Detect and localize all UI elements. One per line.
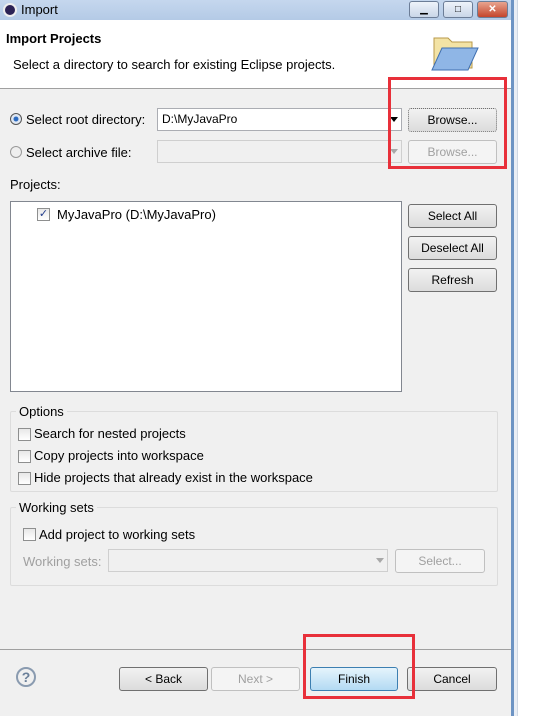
root-directory-radio[interactable] [10, 113, 22, 125]
cancel-button[interactable]: Cancel [407, 667, 497, 691]
deselect-all-button[interactable]: Deselect All [408, 236, 497, 260]
projects-label: Projects: [10, 177, 61, 192]
copy-projects-checkbox[interactable] [18, 450, 31, 463]
archive-file-combo[interactable] [157, 140, 402, 163]
list-item[interactable]: ✓ MyJavaPro (D:\MyJavaPro) [37, 207, 216, 222]
select-all-button[interactable]: Select All [408, 204, 497, 228]
working-sets-group [10, 507, 498, 586]
next-button[interactable]: Next > [211, 667, 300, 691]
copy-projects-label: Copy projects into workspace [34, 448, 204, 463]
background-window [517, 0, 542, 716]
chevron-down-icon[interactable] [376, 558, 384, 563]
maximize-button[interactable]: □ [443, 1, 473, 18]
minimize-button[interactable]: ▁ [409, 1, 439, 18]
page-description: Select a directory to search for existin… [13, 57, 336, 72]
title-bar: Import ▁ □ ✕ [0, 0, 511, 20]
add-working-sets-label: Add project to working sets [39, 527, 196, 542]
hide-projects-label: Hide projects that already exist in the … [34, 470, 313, 485]
highlight-box-finish [303, 634, 415, 699]
nested-projects-label: Search for nested projects [34, 426, 186, 441]
footer-separator [0, 649, 511, 650]
working-sets-combo[interactable] [108, 549, 388, 572]
import-dialog: Import ▁ □ ✕ Import Projects Select a di… [0, 0, 514, 716]
root-directory-value: D:\MyJavaPro [162, 112, 238, 126]
select-working-sets-button[interactable]: Select... [395, 549, 485, 573]
project-checkbox[interactable]: ✓ [37, 208, 50, 221]
highlight-box-browse [388, 77, 507, 169]
close-button[interactable]: ✕ [477, 1, 508, 18]
page-title: Import Projects [6, 31, 102, 46]
nested-projects-checkbox[interactable] [18, 428, 31, 441]
options-legend: Options [16, 404, 67, 419]
eclipse-icon [3, 3, 17, 17]
working-sets-label: Working sets: [23, 554, 102, 569]
window-title: Import [21, 2, 58, 17]
add-working-sets-checkbox[interactable] [23, 528, 36, 541]
projects-list[interactable]: ✓ MyJavaPro (D:\MyJavaPro) [10, 201, 402, 392]
hide-projects-checkbox[interactable] [18, 472, 31, 485]
folder-icon [428, 32, 480, 74]
root-directory-combo[interactable]: D:\MyJavaPro [157, 108, 402, 131]
archive-file-radio[interactable] [10, 146, 22, 158]
project-label: MyJavaPro (D:\MyJavaPro) [57, 207, 216, 222]
refresh-button[interactable]: Refresh [408, 268, 497, 292]
root-directory-label: Select root directory: [26, 112, 146, 127]
help-icon[interactable]: ? [16, 667, 36, 687]
back-button[interactable]: < Back [119, 667, 208, 691]
archive-file-label: Select archive file: [26, 145, 132, 160]
working-sets-legend: Working sets [16, 500, 97, 515]
